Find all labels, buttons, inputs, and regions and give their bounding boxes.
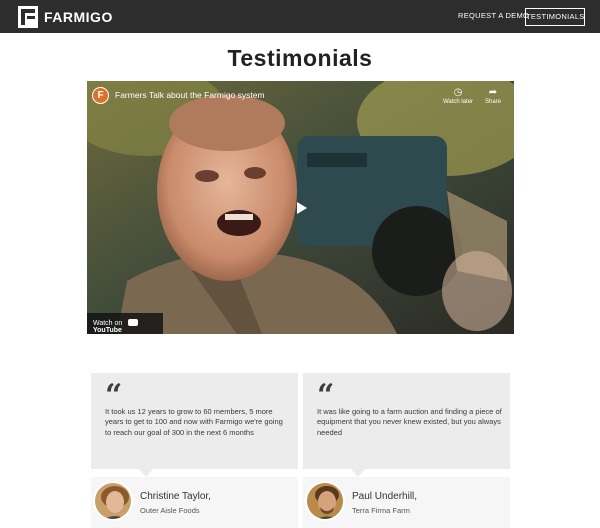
testimonial-quote: It took us 12 years to grow to 60 member… [105,407,283,437]
quote-pointer [139,469,153,477]
quote-pointer [351,469,365,477]
testimonial-card: “ It took us 12 years to grow to 60 memb… [91,373,298,528]
share-arrow-icon: ➦ [488,87,498,98]
watch-on-label: Watch on [93,320,123,327]
author-name: Paul Underhill, [352,491,418,502]
video-player[interactable]: F Farmers Talk about the Farmigo system … [87,81,514,334]
quote-box: “ It took us 12 years to grow to 60 memb… [91,373,298,469]
avatar [305,481,345,521]
author-organization: Outer Aisle Foods [140,506,200,515]
author-info: Christine Taylor, Outer Aisle Foods [91,477,298,528]
testimonial-quote: It was like going to a farm auction and … [317,407,502,437]
channel-logo[interactable]: F [92,87,109,104]
watch-on-youtube-button[interactable]: Watch on YouTube [87,313,163,334]
avatar [93,481,133,521]
clock-icon: ◷ [453,87,463,98]
top-navigation-bar: FARMIGO REQUEST A DEMO TESTIMONIALS [0,0,600,33]
author-info: Paul Underhill, Terra Firma Farm [303,477,510,528]
testimonials-nav-button[interactable]: TESTIMONIALS [525,8,585,26]
brand-name: FARMIGO [44,9,113,25]
video-title[interactable]: Farmers Talk about the Farmigo system [115,90,265,100]
share-button[interactable]: ➦ Share [476,87,510,105]
quote-box: “ It was like going to a farm auction an… [303,373,510,469]
youtube-play-icon [128,319,139,326]
author-organization: Terra Firma Farm [352,506,410,515]
testimonial-card: “ It was like going to a farm auction an… [303,373,510,528]
request-demo-link[interactable]: REQUEST A DEMO [458,11,529,20]
watch-later-button[interactable]: ◷ Watch later [441,87,475,105]
farmigo-logo-icon [18,6,38,28]
page-title: Testimonials [227,45,373,71]
play-icon[interactable] [287,197,315,219]
farmigo-logo[interactable]: FARMIGO [18,5,113,29]
watch-later-label: Watch later [442,99,474,105]
author-name: Christine Taylor, [140,491,211,502]
share-label: Share [484,99,501,105]
